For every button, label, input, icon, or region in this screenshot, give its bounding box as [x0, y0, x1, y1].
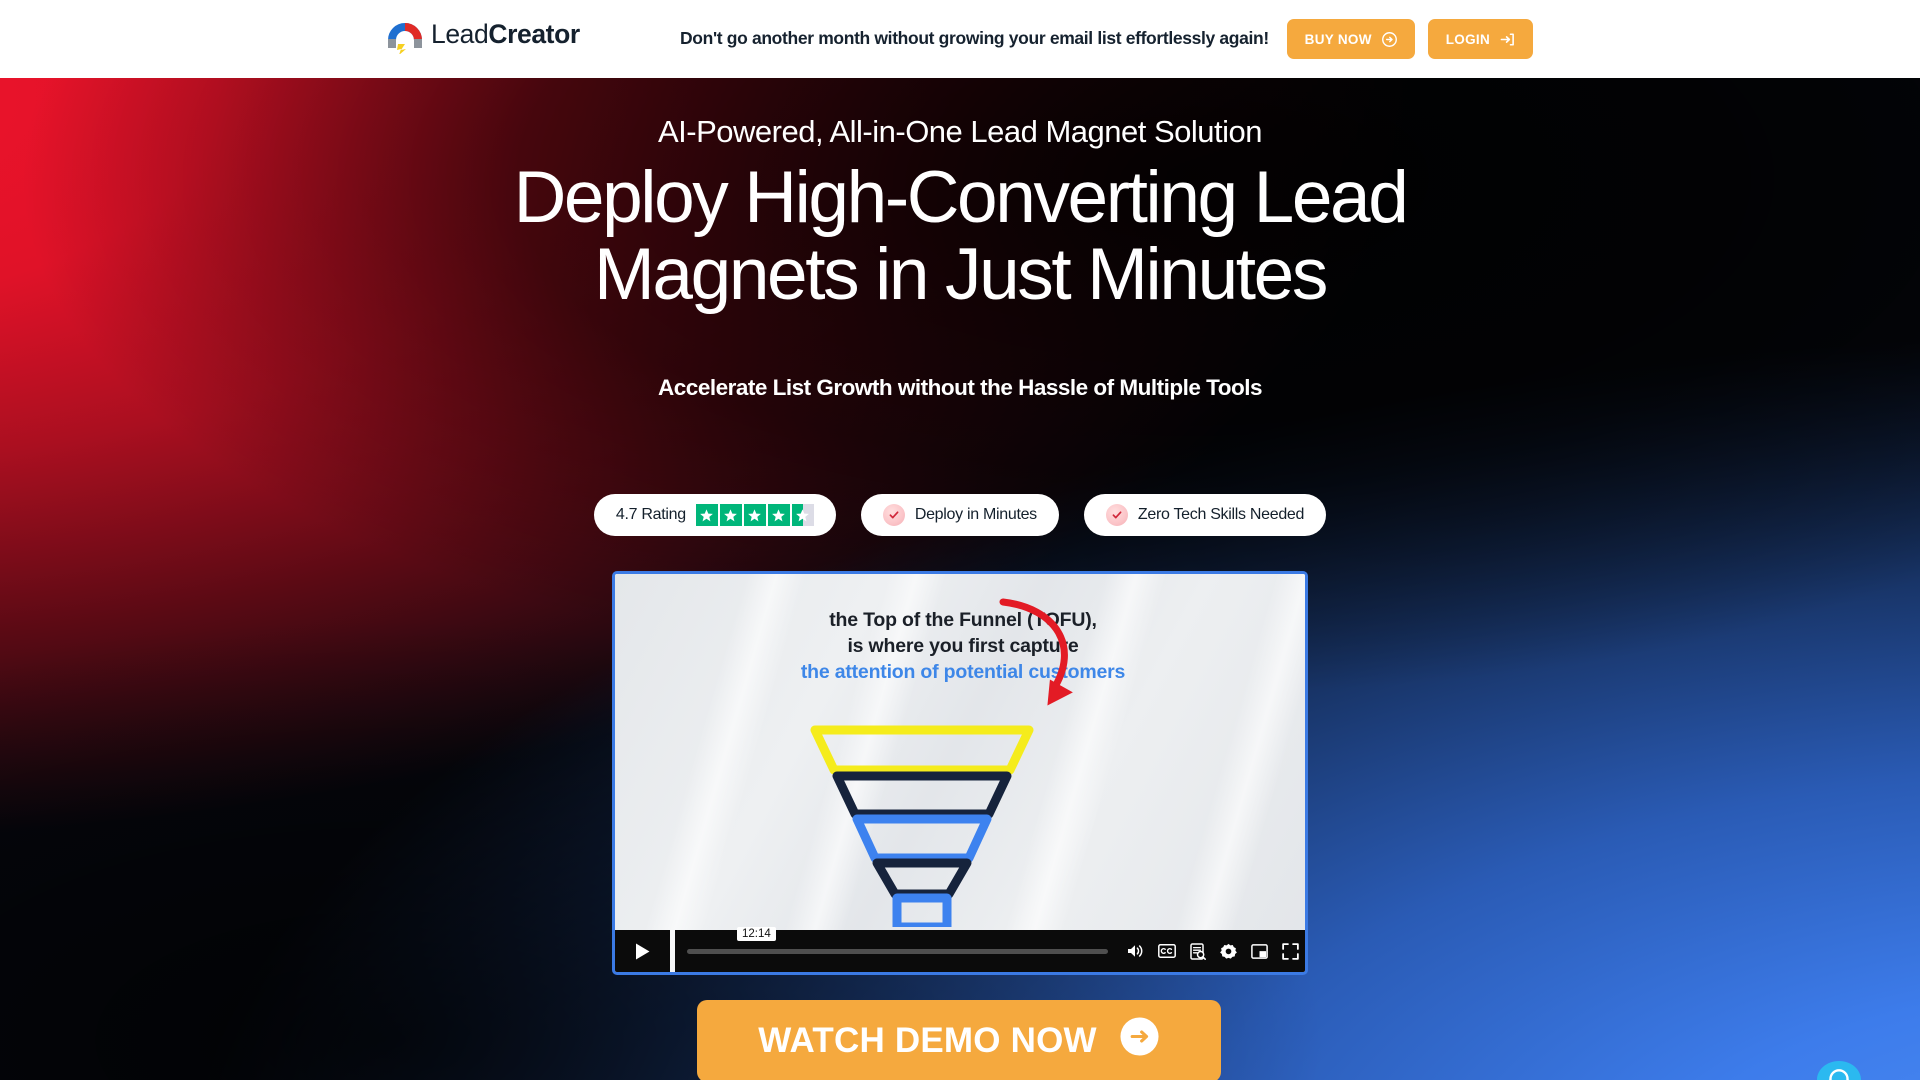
video-caption-line-2: is where you first capture — [847, 634, 1079, 657]
play-button[interactable] — [615, 930, 670, 972]
closed-captions-icon[interactable] — [1158, 944, 1176, 958]
trust-badge-row: 4.7 Rating Deploy in Minutes Zero Tech S… — [0, 494, 1920, 536]
check-circle-icon — [882, 504, 905, 526]
hero-subheadline: Accelerate List Growth without the Hassl… — [658, 375, 1262, 400]
badge-zero-tech-label: Zero Tech Skills Needed — [1137, 506, 1305, 523]
video-controls-right: 12:14 — [675, 926, 1305, 972]
video-controls-bar: 12:14 — [615, 926, 1305, 972]
sign-in-icon — [1500, 32, 1515, 47]
video-caption-line-3: the attention of potential customers — [800, 660, 1126, 683]
check-circle-icon — [1105, 504, 1128, 526]
buy-now-button[interactable]: BUY NOW — [1286, 19, 1415, 59]
brand-name-light: Lead — [431, 18, 489, 49]
login-button[interactable]: LOGIN — [1427, 19, 1533, 59]
star-icon — [695, 504, 718, 526]
support-chat-button[interactable] — [1813, 1057, 1865, 1080]
video-timestamp-tooltip: 12:14 — [737, 926, 776, 941]
hero-section: AI-Powered, All-in-One Lead Magnet Solut… — [0, 78, 1920, 1080]
hero-headline: Deploy High-Converting Lead Magnets in J… — [0, 157, 1920, 315]
star-rating — [695, 504, 814, 526]
video-caption: the Top of the Funnel (TOFU), is where y… — [615, 608, 1305, 686]
volume-icon[interactable] — [1126, 943, 1144, 959]
hero-headline-line-1: Deploy High-Converting Lead — [513, 157, 1409, 238]
badge-rating: 4.7 Rating — [593, 494, 836, 536]
star-icon — [719, 504, 742, 526]
settings-gear-icon[interactable] — [1220, 943, 1237, 960]
badge-rating-label: 4.7 Rating — [615, 506, 686, 523]
demo-video-player[interactable]: the Top of the Funnel (TOFU), is where y… — [612, 571, 1308, 975]
badge-zero-tech-skills: Zero Tech Skills Needed — [1083, 494, 1327, 536]
arrow-circle-right-icon — [1381, 31, 1397, 47]
picture-in-picture-icon[interactable] — [1251, 943, 1268, 959]
funnel-diagram-icon — [797, 722, 1047, 932]
brand-name-bold: Creator — [488, 18, 580, 49]
badge-deploy-label: Deploy in Minutes — [914, 506, 1037, 523]
video-progress-bar[interactable]: 12:14 — [687, 926, 1108, 954]
transcript-search-icon[interactable] — [1190, 942, 1206, 960]
brand-logo[interactable]: LeadCreator — [388, 14, 580, 55]
arrow-circle-right-icon — [1119, 1016, 1160, 1066]
header-tagline: Don't go another month without growing y… — [680, 28, 1269, 48]
video-icon-group — [1126, 942, 1299, 960]
star-half-icon — [791, 504, 814, 526]
brand-name: LeadCreator — [431, 19, 580, 50]
header-actions: BUY NOW LOGIN — [1286, 19, 1533, 59]
watch-demo-label: WATCH DEMO NOW — [758, 1021, 1097, 1060]
video-caption-line-1: the Top of the Funnel (TOFU), — [829, 609, 1097, 631]
star-icon — [767, 504, 790, 526]
star-icon — [743, 504, 766, 526]
magnet-logo-icon — [388, 14, 422, 55]
buy-now-label: BUY NOW — [1304, 31, 1372, 47]
red-curved-arrow-icon — [983, 594, 1093, 729]
watch-demo-button[interactable]: WATCH DEMO NOW — [697, 1000, 1221, 1080]
badge-deploy-in-minutes: Deploy in Minutes — [860, 494, 1059, 536]
login-label: LOGIN — [1445, 31, 1490, 47]
fullscreen-icon[interactable] — [1282, 942, 1299, 960]
hero-headline-line-2: Magnets in Just Minutes — [594, 233, 1328, 315]
top-navigation-bar: LeadCreator Don't go another month witho… — [0, 0, 1920, 78]
hero-eyebrow: AI-Powered, All-in-One Lead Magnet Solut… — [657, 114, 1263, 149]
